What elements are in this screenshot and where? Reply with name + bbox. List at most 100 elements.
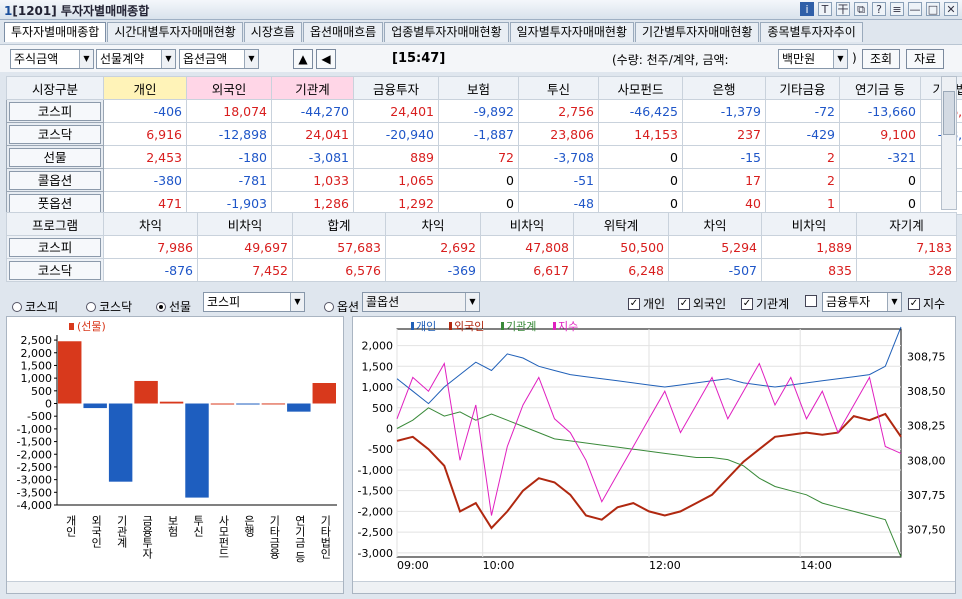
bar: [236, 403, 260, 405]
tab-daily-investor[interactable]: 일자별투자자매매현황: [509, 22, 635, 42]
table-cell: -20,940: [353, 122, 439, 146]
horizontal-scrollbar[interactable]: [353, 581, 955, 593]
col-header: 투신: [518, 76, 599, 100]
text-icon[interactable]: T: [818, 2, 832, 16]
futures-contract-value: 선물계약: [100, 52, 145, 66]
table-cell: -44,270: [271, 99, 354, 123]
chevron-down-icon: ▼: [161, 50, 175, 68]
fin-select[interactable]: 금융투자 ▼: [822, 292, 902, 312]
row-header: 선물: [6, 145, 104, 169]
table-cell: -380: [103, 168, 187, 192]
radio-futures[interactable]: 선물: [156, 298, 191, 315]
tab-sector-investor[interactable]: 업종별투자자매매현황: [384, 22, 509, 42]
scroll-thumb[interactable]: [943, 91, 955, 135]
y-tick-label: 1,500: [21, 359, 53, 372]
table-row: 선물2,453-180-3,08188972-3,7080-152-321808: [6, 145, 962, 169]
table-row: 코스닥 -876 7,452 6,576 -369 6,617 6,248 -507 835 32…: [6, 258, 957, 282]
up-button[interactable]: ▲: [293, 49, 313, 69]
check-foreign[interactable]: ✓ 외국인: [678, 295, 726, 312]
check-fin[interactable]: [805, 295, 817, 307]
check-index-label: 지수: [923, 297, 946, 311]
row-header: 코스피: [6, 235, 104, 259]
table-cell: -406: [103, 99, 187, 123]
program-table: 프로그램 차익 비차익 합계 차익 비차익 위탁계 차익 비차익 자기계 코스피 7,986 49,6…: [6, 212, 957, 282]
futures-contract-select[interactable]: 선물계약 ▼: [96, 49, 176, 69]
row-button[interactable]: 풋옵션: [9, 193, 101, 213]
row-button[interactable]: 콜옵션: [9, 170, 101, 190]
radio-icon: [86, 301, 96, 312]
col-header: 프로그램: [6, 212, 104, 236]
row-button[interactable]: 코스닥: [9, 124, 101, 144]
legend-swatch: [449, 322, 452, 330]
minimize-icon[interactable]: —: [908, 2, 922, 16]
pin-icon[interactable]: 干: [836, 2, 850, 16]
bar: [287, 403, 311, 412]
col-header: 금융투자: [353, 76, 439, 100]
maximize-icon[interactable]: □: [926, 2, 940, 16]
row-header: 콜옵션: [6, 168, 104, 192]
tab-investor-summary[interactable]: 투자자별매매종합: [4, 22, 107, 42]
x-tick-label: 연기금 등: [293, 515, 306, 563]
legend-swatch: [501, 322, 504, 330]
x-tick-label: 09:00: [397, 559, 429, 572]
table-cell: 50,500: [573, 235, 669, 259]
row-button[interactable]: 코스피: [9, 237, 101, 257]
title-bar: 1[1201] 투자자별매매종합 i T 干 ⧉ ? ≡ — □ ✕: [0, 0, 962, 20]
horizontal-scrollbar[interactable]: [7, 581, 343, 593]
close-icon[interactable]: ✕: [944, 2, 958, 16]
menu-icon[interactable]: ≡: [890, 2, 904, 16]
y-tick-label: -500: [27, 410, 52, 423]
option-amount-select[interactable]: 옵션금액 ▼: [179, 49, 259, 69]
option-select-value: 콜옵션: [366, 295, 400, 309]
col-header: 차익: [103, 212, 198, 236]
prev-button[interactable]: ◀: [316, 49, 336, 69]
stock-amount-select[interactable]: 주식금액 ▼: [10, 49, 94, 69]
data-button[interactable]: 자료: [906, 49, 944, 69]
bar: [185, 403, 209, 498]
x-tick-label: 12:00: [649, 559, 681, 572]
radio-kospi-label: 코스피: [25, 300, 59, 314]
check-gaein[interactable]: ✓ 개인: [628, 295, 665, 312]
check-index[interactable]: ✓ 지수: [908, 295, 945, 312]
info-icon[interactable]: i: [800, 2, 814, 16]
y-tick-label: -3,000: [17, 474, 52, 487]
tab-time-investor[interactable]: 시간대별투자자매매현황: [107, 22, 243, 42]
row-button[interactable]: 코스닥: [9, 260, 101, 280]
y-left-tick-label: 1,000: [362, 381, 394, 394]
bar: [134, 380, 158, 404]
col-header: 은행: [682, 76, 766, 100]
table-cell: -1,379: [682, 99, 766, 123]
table-cell: -876: [103, 258, 198, 282]
check-inst[interactable]: ✓ 기관계: [741, 295, 789, 312]
radio-option[interactable]: 옵션: [324, 298, 359, 315]
row-button[interactable]: 선물: [9, 147, 101, 167]
stock-amount-value: 주식금액: [14, 52, 59, 66]
tab-period-investor[interactable]: 기간별투자자매매현황: [635, 22, 760, 42]
table-cell: -15: [682, 145, 766, 169]
radio-kosdaq[interactable]: 코스닥: [86, 298, 132, 315]
check-foreign-label: 외국인: [693, 297, 727, 311]
y-left-tick-label: -1,500: [358, 485, 393, 498]
y-tick-label: 2,500: [21, 334, 53, 347]
option-select[interactable]: 콜옵션 ▼: [362, 292, 480, 312]
tab-market-flow[interactable]: 시장흐름: [243, 22, 302, 42]
amount-unit-select[interactable]: 백만원 ▼: [778, 49, 848, 69]
row-button[interactable]: 코스피: [9, 101, 101, 121]
window-title: 1[1201] 투자자별매매종합: [4, 2, 149, 19]
radio-kospi[interactable]: 코스피: [12, 298, 58, 315]
unit-close: ): [852, 51, 857, 65]
legend-swatch: [69, 323, 74, 330]
tab-stock-investor[interactable]: 종목별투자자추이: [760, 22, 863, 42]
market-select-value: 코스피: [207, 295, 241, 309]
y-left-tick-label: 500: [372, 402, 393, 415]
legend-swatch: [411, 322, 414, 330]
vertical-scrollbar[interactable]: [941, 76, 957, 210]
help-icon[interactable]: ?: [872, 2, 886, 16]
legend-swatch: [553, 322, 556, 330]
link-icon[interactable]: ⧉: [854, 2, 868, 16]
market-select[interactable]: 코스피 ▼: [203, 292, 305, 312]
row-header: 코스피: [6, 99, 104, 123]
tab-option-flow[interactable]: 옵션매매흐름: [302, 22, 384, 42]
query-button[interactable]: 조회: [862, 49, 900, 69]
radio-icon: [12, 301, 22, 312]
